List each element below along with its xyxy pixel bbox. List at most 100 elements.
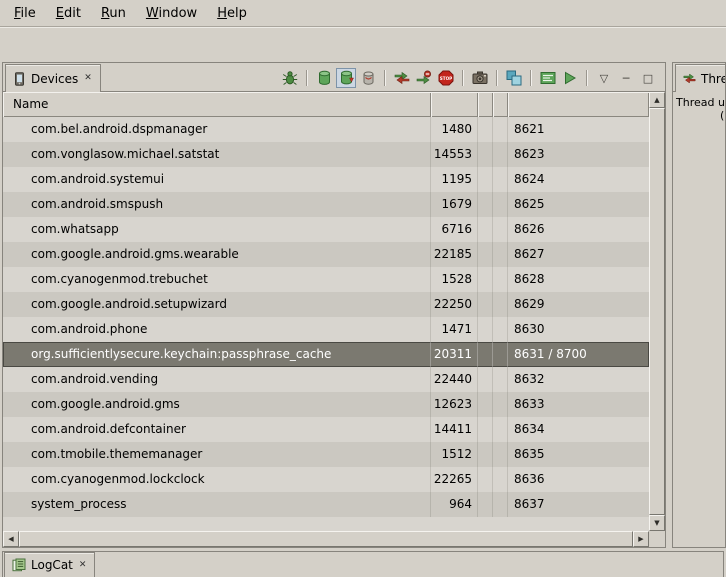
table-row[interactable]: com.vonglasow.michael.satstat145538623 (3, 142, 649, 167)
cell-empty (493, 217, 508, 242)
vertical-scrollbar-thumb[interactable] (649, 108, 665, 515)
cell-empty (493, 417, 508, 442)
devices-panel: Devices ✕ (2, 62, 666, 548)
table-row[interactable]: org.sufficientlysecure.keychain:passphra… (3, 342, 649, 367)
method-profiling-icon[interactable] (414, 68, 434, 88)
cell-empty (478, 492, 493, 517)
scroll-up-button[interactable]: ▲ (649, 92, 665, 108)
threads-tabbar: Threads (673, 63, 725, 92)
debug-icon[interactable] (280, 68, 300, 88)
table-row[interactable]: com.android.defcontainer144118634 (3, 417, 649, 442)
process-table: Name com.bel.android.dspmanager14808621c… (3, 92, 665, 547)
process-pid: 1679 (431, 192, 478, 217)
threads-message: Thread up ( (673, 92, 725, 126)
cell-empty (478, 242, 493, 267)
tab-logcat[interactable]: LogCat ✕ (4, 552, 95, 577)
table-row[interactable]: com.cyanogenmod.lockclock222658636 (3, 467, 649, 492)
svg-text:STOP: STOP (440, 76, 453, 81)
horizontal-scrollbar-thumb[interactable] (19, 531, 633, 547)
scroll-down-button[interactable]: ▼ (649, 515, 665, 531)
column-header[interactable] (478, 92, 493, 117)
menu-window[interactable]: Window (136, 2, 207, 25)
cause-gc-icon[interactable] (358, 68, 378, 88)
column-header-port[interactable] (508, 92, 649, 117)
systrace-icon[interactable] (538, 68, 558, 88)
view-hierarchy-icon[interactable] (504, 68, 524, 88)
cell-empty (493, 117, 508, 142)
cell-empty (493, 317, 508, 342)
tab-threads[interactable]: Threads (675, 64, 726, 92)
process-name: system_process (3, 492, 431, 517)
screen-capture-icon[interactable] (470, 68, 490, 88)
horizontal-scrollbar[interactable]: ◀ ▶ (3, 531, 649, 547)
opengl-trace-icon[interactable] (560, 68, 580, 88)
process-name: com.bel.android.dspmanager (3, 117, 431, 142)
column-header[interactable] (493, 92, 508, 117)
vertical-scrollbar[interactable]: ▲ ▼ (649, 92, 665, 531)
table-row[interactable]: com.bel.android.dspmanager14808621 (3, 117, 649, 142)
cell-empty (493, 167, 508, 192)
stop-process-icon[interactable]: STOP (436, 68, 456, 88)
menu-run[interactable]: Run (91, 2, 136, 25)
update-heap-icon[interactable] (314, 68, 334, 88)
scroll-right-button[interactable]: ▶ (633, 531, 649, 547)
process-port: 8627 (508, 242, 649, 267)
column-header-name[interactable]: Name (3, 92, 431, 117)
cell-empty (493, 467, 508, 492)
view-menu-icon[interactable]: ▽ (594, 68, 614, 88)
cell-empty (478, 167, 493, 192)
menu-edit[interactable]: Edit (46, 2, 91, 25)
process-name: com.whatsapp (3, 217, 431, 242)
table-row[interactable]: com.whatsapp67168626 (3, 217, 649, 242)
cell-empty (478, 342, 493, 367)
cell-empty (478, 442, 493, 467)
process-pid: 14553 (431, 142, 478, 167)
process-pid: 1528 (431, 267, 478, 292)
table-row[interactable]: com.android.systemui11958624 (3, 167, 649, 192)
table-row[interactable]: com.android.vending224408632 (3, 367, 649, 392)
table-header: Name (3, 92, 649, 117)
process-port: 8631 / 8700 (508, 342, 649, 367)
threads-message-line1: Thread up (676, 96, 722, 109)
table-row[interactable]: com.google.android.setupwizard222508629 (3, 292, 649, 317)
table-row[interactable]: com.google.android.gms.wearable221858627 (3, 242, 649, 267)
update-threads-icon[interactable] (392, 68, 412, 88)
cell-empty (478, 192, 493, 217)
process-name: com.android.phone (3, 317, 431, 342)
menu-help[interactable]: Help (207, 2, 257, 25)
close-icon[interactable]: ✕ (83, 73, 93, 84)
table-row[interactable]: com.google.android.gms126238633 (3, 392, 649, 417)
tab-label: LogCat (31, 558, 73, 572)
menu-file[interactable]: File (4, 2, 46, 25)
process-port: 8632 (508, 367, 649, 392)
table-row[interactable]: system_process9648637 (3, 492, 649, 517)
dump-hprof-icon[interactable] (336, 68, 356, 88)
tab-label: Devices (31, 72, 78, 86)
process-port: 8629 (508, 292, 649, 317)
main-toolbar-strip (0, 27, 726, 61)
process-name: com.google.android.setupwizard (3, 292, 431, 317)
table-row[interactable]: com.android.phone14718630 (3, 317, 649, 342)
process-name: com.cyanogenmod.lockclock (3, 467, 431, 492)
close-icon[interactable]: ✕ (78, 560, 88, 571)
maximize-icon[interactable]: □ (638, 68, 658, 88)
minimize-icon[interactable]: ─ (616, 68, 636, 88)
column-header-pid[interactable] (431, 92, 478, 117)
process-pid: 22265 (431, 467, 478, 492)
table-row[interactable]: com.android.smspush16798625 (3, 192, 649, 217)
process-port: 8628 (508, 267, 649, 292)
logcat-icon (12, 558, 26, 572)
scroll-left-button[interactable]: ◀ (3, 531, 19, 547)
tab-devices[interactable]: Devices ✕ (5, 64, 101, 92)
process-name: com.google.android.gms (3, 392, 431, 417)
process-pid: 22185 (431, 242, 478, 267)
table-row[interactable]: com.cyanogenmod.trebuchet15288628 (3, 267, 649, 292)
toolbar-separator (462, 70, 464, 86)
threads-icon (683, 72, 696, 85)
process-pid: 1471 (431, 317, 478, 342)
cell-empty (493, 292, 508, 317)
cell-empty (493, 267, 508, 292)
cell-empty (478, 367, 493, 392)
process-port: 8633 (508, 392, 649, 417)
table-row[interactable]: com.tmobile.thememanager15128635 (3, 442, 649, 467)
